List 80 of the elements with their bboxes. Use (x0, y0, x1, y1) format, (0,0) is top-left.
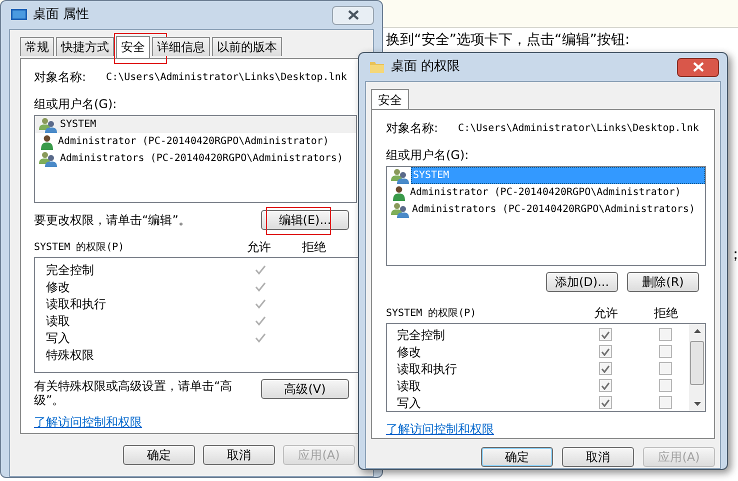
permission-name: 完全控制 (397, 326, 446, 344)
users-icon (39, 116, 57, 132)
list-item[interactable]: Administrator (PC-20140420RGPO\Administrator) (35, 133, 356, 150)
close-icon (692, 62, 704, 72)
dialog-button[interactable]: 确定 (481, 447, 553, 467)
permissions-label: SYSTEM 的权限(P) (386, 306, 478, 320)
tab[interactable]: 详细信息 (152, 37, 210, 56)
field-label: 对象名称: (386, 120, 438, 137)
field-label: 对象名称: (34, 69, 86, 86)
dialog-button[interactable]: 高级(V) (261, 379, 349, 399)
checkbox[interactable] (599, 328, 612, 341)
field-label: 组或用户名(G): (34, 96, 118, 113)
dialog-button[interactable]: 取消 (562, 447, 634, 467)
permission-name: 读取 (46, 312, 71, 330)
tab[interactable]: 安全 (116, 36, 150, 58)
tab[interactable]: 以前的版本 (212, 37, 282, 56)
permission-name: 写入 (397, 394, 422, 412)
checkbox[interactable] (599, 345, 612, 358)
field-label: 组或用户名(G): (386, 147, 470, 164)
instruction-text: 换到“安全”选项卡下，点击“编辑”按钮: (386, 31, 630, 49)
dialog-button[interactable]: 确定 (123, 445, 195, 465)
permission-name: 修改 (46, 278, 71, 296)
help-link[interactable]: 了解访问控制和权限 (34, 413, 142, 431)
folder-icon (369, 59, 385, 75)
users-icon (391, 168, 409, 184)
checkbox[interactable] (599, 379, 612, 392)
permission-name: 特殊权限 (46, 346, 95, 364)
dialog-button[interactable]: 删除(R) (627, 272, 699, 292)
permission-name: 读取和执行 (397, 360, 458, 378)
checkbox[interactable] (659, 328, 672, 341)
column-header: 拒绝 (653, 305, 679, 322)
column-header: 允许 (593, 305, 619, 322)
check-icon (254, 264, 266, 274)
close-button[interactable] (332, 6, 374, 24)
close-icon (348, 10, 358, 20)
checkbox[interactable] (659, 396, 672, 409)
scroll-up-icon[interactable] (694, 329, 700, 333)
permission-name: 完全控制 (46, 262, 95, 278)
list-item[interactable]: SYSTEM (35, 116, 356, 133)
permissions-label: SYSTEM 的权限(P) (34, 240, 126, 254)
user-icon (391, 184, 407, 200)
permission-name: 修改 (397, 344, 422, 360)
users-icon (391, 202, 409, 218)
check-icon (254, 298, 266, 308)
checkbox[interactable] (659, 362, 672, 375)
object-path: C:\Users\Administrator\Links\Desktop.lnk (106, 70, 347, 84)
checkbox[interactable] (599, 362, 612, 375)
dialog-button[interactable]: 取消 (203, 445, 275, 465)
scroll-down-icon[interactable] (694, 402, 700, 406)
scrollbar[interactable] (689, 324, 705, 411)
dialog-button[interactable]: 编辑(E)... (261, 210, 349, 230)
list-item[interactable]: Administrators (PC-20140420RGPO\Administrators) (387, 201, 705, 218)
permission-name: 读取和执行 (46, 296, 107, 312)
close-button[interactable] (677, 58, 719, 76)
permission-name: 写入 (46, 330, 71, 346)
tab[interactable]: 常规 (20, 37, 54, 56)
checkbox[interactable] (659, 345, 672, 358)
monitor-icon (11, 8, 27, 22)
permission-name: 读取 (397, 378, 422, 394)
window-title: 桌面 属性 (33, 6, 90, 24)
tab[interactable]: 安全 (371, 89, 409, 109)
edit-hint: 要更改权限，请单击“编辑”。 (34, 212, 190, 229)
column-header: 拒绝 (301, 239, 327, 256)
checkbox[interactable] (599, 396, 612, 409)
check-icon (254, 332, 266, 342)
dialog-button[interactable]: 添加(D)... (546, 272, 618, 292)
advanced-hint: 有关特殊权限或高级设置，请单击“高级”。 (34, 379, 234, 407)
window-title: 桌面 的权限 (391, 58, 462, 76)
side-text: ； (728, 244, 738, 265)
help-link[interactable]: 了解访问控制和权限 (386, 420, 494, 438)
list-item[interactable]: Administrator (PC-20140420RGPO\Administrator) (387, 184, 705, 201)
users-icon (39, 150, 57, 166)
column-header: 允许 (246, 239, 272, 256)
tab[interactable]: 快捷方式 (56, 37, 114, 56)
list-item[interactable]: Administrators (PC-20140420RGPO\Administrators) (35, 150, 356, 167)
check-icon (254, 282, 266, 292)
checkbox[interactable] (659, 379, 672, 392)
check-icon (254, 316, 266, 326)
user-icon (39, 134, 55, 150)
object-path: C:\Users\Administrator\Links\Desktop.lnk (458, 122, 699, 136)
